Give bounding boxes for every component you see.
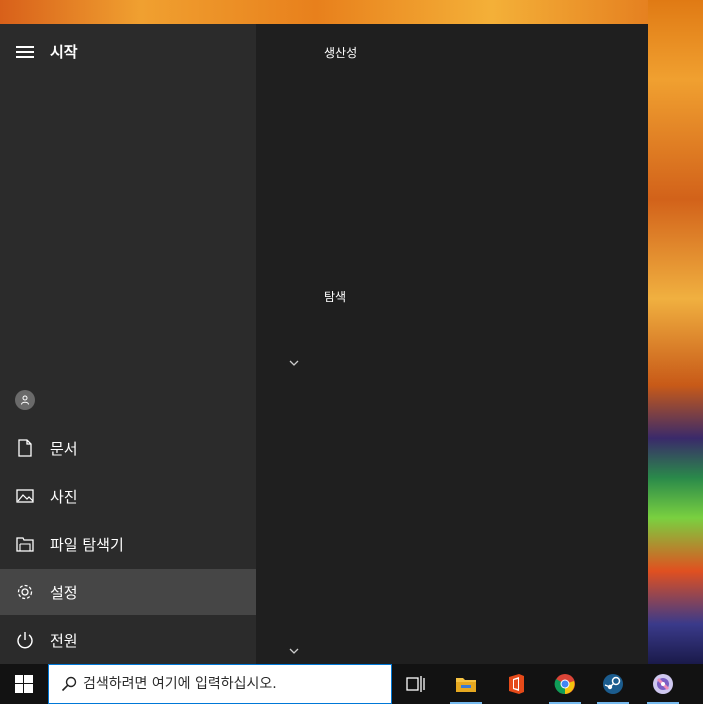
task-view-icon (406, 676, 425, 692)
hamburger-menu-icon[interactable] (16, 46, 34, 60)
search-icon (61, 676, 77, 692)
start-menu: 시작 문서 사진 파일 탐색기 설정 전원 생산성 탐색 (0, 24, 648, 664)
nav-item-documents[interactable]: 문서 (0, 425, 256, 471)
nav-item-pictures[interactable]: 사진 (0, 473, 256, 519)
taskbar (0, 664, 703, 704)
search-input[interactable] (83, 676, 373, 692)
office-icon (509, 674, 524, 694)
nav-item-power[interactable]: 전원 (0, 617, 256, 663)
picture-icon (16, 487, 34, 505)
nav-item-label: 문서 (50, 439, 78, 458)
desktop-wallpaper (648, 0, 703, 664)
tile-group-title-explore[interactable]: 탐색 (324, 288, 346, 305)
nav-item-label: 설정 (50, 583, 78, 602)
taskbar-file-explorer[interactable] (442, 664, 490, 704)
folder-icon (16, 535, 34, 553)
taskbar-search-box[interactable] (48, 664, 392, 704)
start-menu-left-pane: 시작 문서 사진 파일 탐색기 설정 전원 (0, 24, 256, 664)
desktop-wallpaper-top (0, 0, 703, 24)
chevron-down-icon[interactable] (288, 647, 300, 655)
nav-item-file-explorer[interactable]: 파일 탐색기 (0, 521, 256, 567)
steam-icon (603, 674, 623, 694)
nav-item-label: 사진 (50, 487, 78, 506)
document-icon (16, 439, 34, 457)
tiles-pane: 생산성 탐색 (256, 24, 648, 664)
nav-item-settings[interactable]: 설정 (0, 569, 256, 615)
power-icon (16, 631, 34, 649)
user-icon (21, 395, 29, 405)
nav-item-label: 전원 (50, 631, 78, 650)
chevron-down-icon[interactable] (288, 359, 300, 367)
nav-item-label: 파일 탐색기 (50, 535, 124, 554)
chrome-icon (554, 674, 575, 695)
start-button[interactable] (0, 664, 48, 704)
app-icon (653, 674, 673, 694)
taskbar-chrome[interactable] (541, 664, 589, 704)
taskbar-app[interactable] (639, 664, 687, 704)
taskbar-steam[interactable] (589, 664, 637, 704)
file-explorer-icon (456, 678, 476, 692)
windows-logo-icon (15, 675, 33, 693)
taskbar-office[interactable] (492, 664, 540, 704)
start-menu-title: 시작 (50, 43, 78, 61)
gear-icon (16, 583, 34, 601)
task-view-button[interactable] (392, 664, 440, 704)
user-avatar[interactable] (15, 390, 35, 410)
tile-group-title-productivity[interactable]: 생산성 (324, 44, 357, 61)
